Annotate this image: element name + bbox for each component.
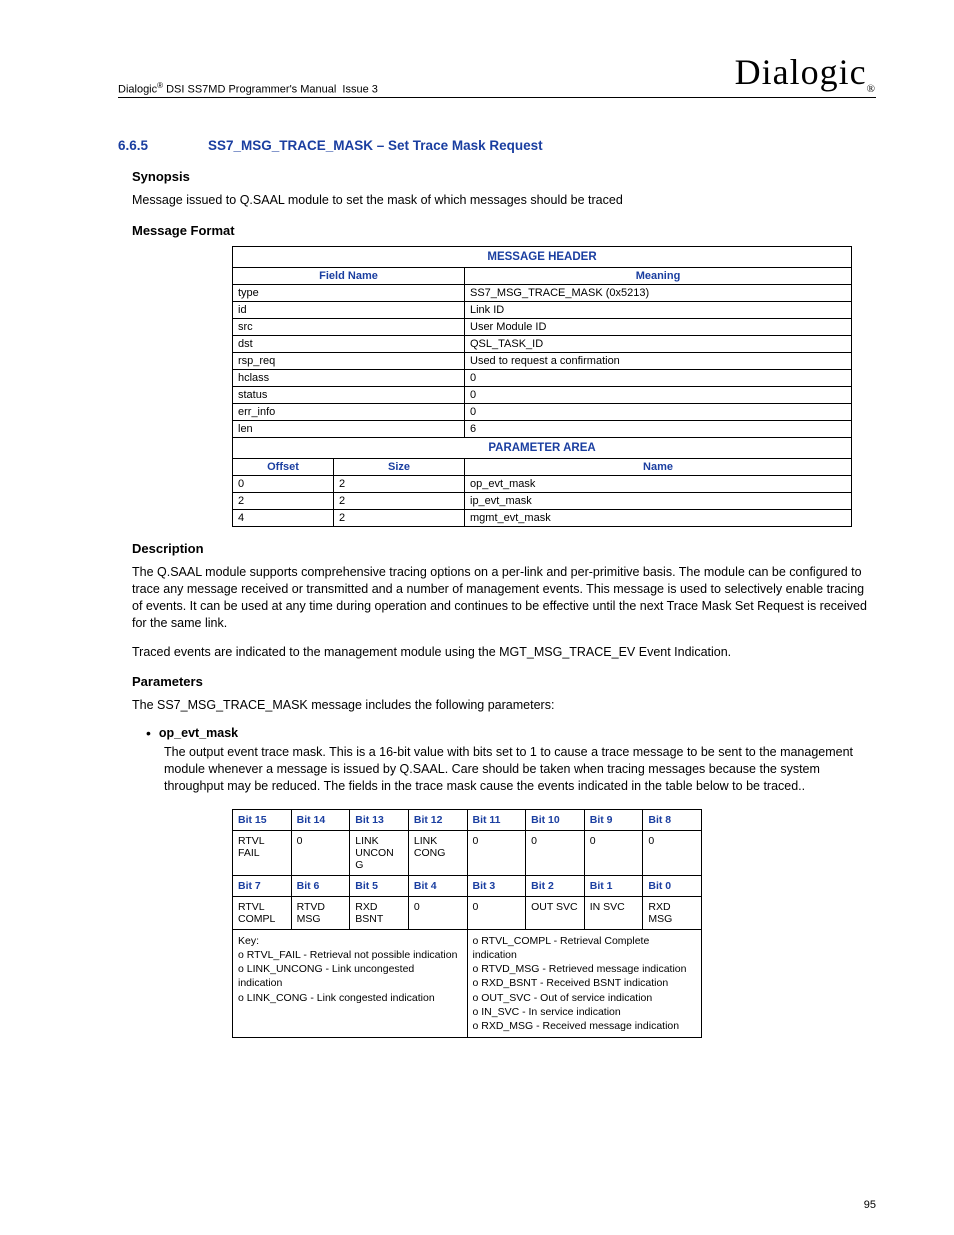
section-heading: 6.6.5SS7_MSG_TRACE_MASK – Set Trace Mask… — [118, 138, 876, 153]
bit-cell: 0 — [526, 830, 585, 875]
key-left: Key:o RTVL_FAIL - Retrieval not possible… — [233, 929, 468, 1037]
parameters-heading: Parameters — [132, 674, 876, 689]
synopsis-text: Message issued to Q.SAAL module to set t… — [132, 192, 876, 209]
table-row: len6 — [233, 421, 852, 438]
doc-title: Dialogic® DSI SS7MD Programmer's Manual … — [118, 81, 378, 96]
table-row: idLink ID — [233, 302, 852, 319]
bit-header: Bit 1 — [584, 875, 643, 896]
param-bullet: • op_evt_mask — [146, 726, 876, 740]
bit-cell: IN SVC — [584, 896, 643, 929]
param-body: The output event trace mask. This is a 1… — [164, 744, 876, 795]
bit-cell: 0 — [643, 830, 702, 875]
bit-header: Bit 8 — [643, 809, 702, 830]
bit-cell: 0 — [408, 896, 467, 929]
synopsis-heading: Synopsis — [132, 169, 876, 184]
bits-table: Bit 15Bit 14Bit 13Bit 12Bit 11Bit 10Bit … — [232, 809, 702, 1038]
bit-cell: RTVD MSG — [291, 896, 350, 929]
page-number: 95 — [864, 1199, 876, 1211]
bit-cell: 0 — [467, 830, 526, 875]
bit-header: Bit 13 — [350, 809, 409, 830]
bit-header: Bit 11 — [467, 809, 526, 830]
page-header: Dialogic® DSI SS7MD Programmer's Manual … — [118, 54, 876, 98]
table-row: err_info0 — [233, 404, 852, 421]
bit-header: Bit 3 — [467, 875, 526, 896]
table-row: hclass0 — [233, 370, 852, 387]
table-row: status0 — [233, 387, 852, 404]
logo: Dialogic® — [735, 54, 876, 95]
bit-header: Bit 4 — [408, 875, 467, 896]
bit-header: Bit 10 — [526, 809, 585, 830]
bit-cell: RTVL COMPL — [233, 896, 292, 929]
bit-cell: LINK CONG — [408, 830, 467, 875]
bit-header: Bit 12 — [408, 809, 467, 830]
bit-cell: 0 — [584, 830, 643, 875]
message-format-heading: Message Format — [132, 223, 876, 238]
bit-header: Bit 6 — [291, 875, 350, 896]
key-right: o RTVL_COMPL - Retrieval Complete indica… — [467, 929, 702, 1037]
message-header-table: MESSAGE HEADER Field Name Meaning typeSS… — [232, 246, 852, 527]
parameters-intro: The SS7_MSG_TRACE_MASK message includes … — [132, 697, 876, 714]
bit-cell: LINK UNCON G — [350, 830, 409, 875]
description-text-1: The Q.SAAL module supports comprehensive… — [132, 564, 876, 632]
table-row: 02op_evt_mask — [233, 476, 852, 493]
bit-header: Bit 9 — [584, 809, 643, 830]
bit-cell: RXD BSNT — [350, 896, 409, 929]
bit-cell: OUT SVC — [526, 896, 585, 929]
bit-header: Bit 15 — [233, 809, 292, 830]
bit-header: Bit 0 — [643, 875, 702, 896]
bit-header: Bit 14 — [291, 809, 350, 830]
table-row: dstQSL_TASK_ID — [233, 336, 852, 353]
bit-cell: 0 — [467, 896, 526, 929]
table-row: 22ip_evt_mask — [233, 493, 852, 510]
bit-cell: 0 — [291, 830, 350, 875]
description-text-2: Traced events are indicated to the manag… — [132, 644, 876, 661]
bit-header: Bit 7 — [233, 875, 292, 896]
bit-header: Bit 2 — [526, 875, 585, 896]
table-row: typeSS7_MSG_TRACE_MASK (0x5213) — [233, 285, 852, 302]
bullet-icon: • — [146, 726, 151, 740]
bit-header: Bit 5 — [350, 875, 409, 896]
table-row: 42mgmt_evt_mask — [233, 510, 852, 527]
table-row: srcUser Module ID — [233, 319, 852, 336]
bit-cell: RTVL FAIL — [233, 830, 292, 875]
bit-cell: RXD MSG — [643, 896, 702, 929]
description-heading: Description — [132, 541, 876, 556]
table-row: rsp_reqUsed to request a confirmation — [233, 353, 852, 370]
